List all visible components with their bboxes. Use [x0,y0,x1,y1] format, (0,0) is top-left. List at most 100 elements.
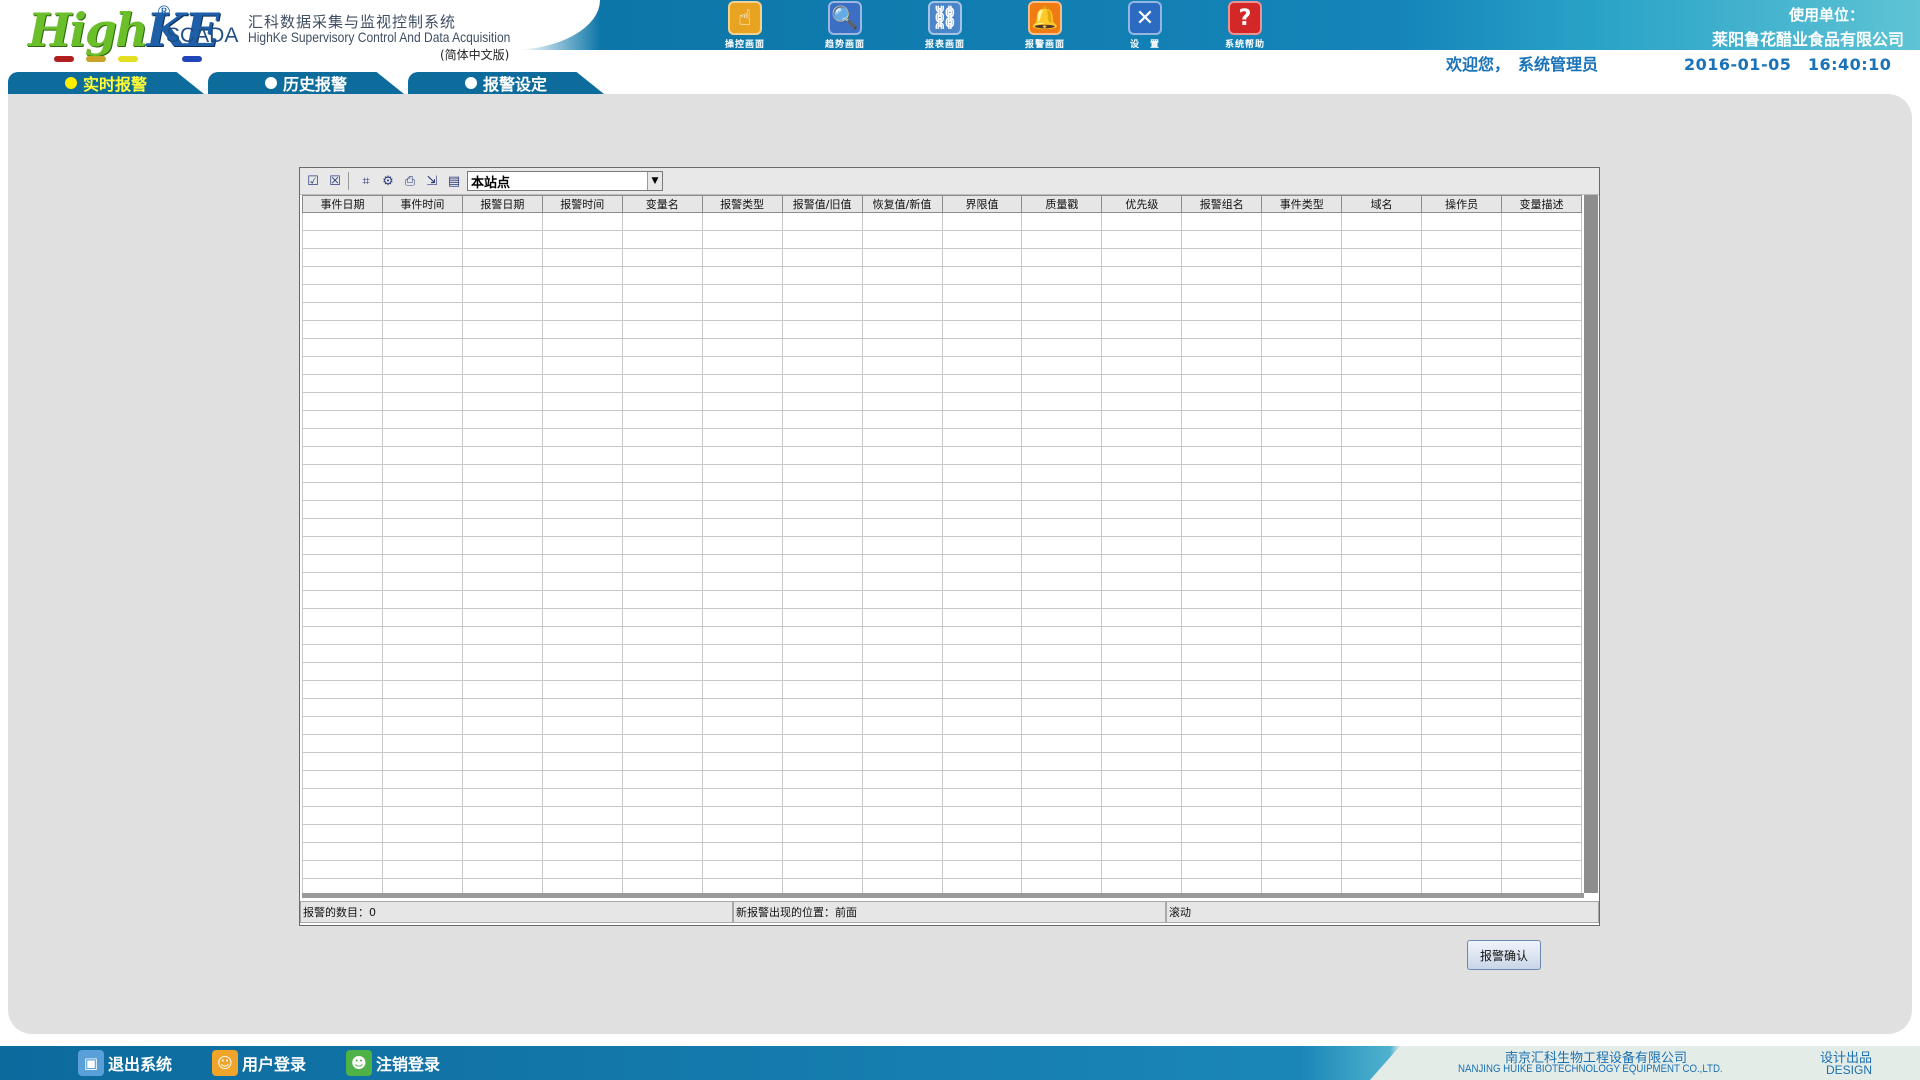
table-row[interactable] [302,500,1582,519]
table-row[interactable] [302,554,1582,573]
column-header[interactable]: 操作员 [1421,195,1503,213]
horizontal-scrollbar[interactable] [302,893,1584,898]
table-row[interactable] [302,770,1582,789]
table-row[interactable] [302,788,1582,807]
column-header[interactable]: 报警日期 [461,195,543,213]
settings-button[interactable]: ✕ 设 置 [1095,0,1195,50]
trend-screen-button[interactable]: 🔍 趋势画面 [795,0,895,50]
help-button[interactable]: ? 系统帮助 [1195,0,1295,50]
table-row[interactable] [302,878,1582,893]
table-row[interactable] [302,572,1582,591]
table-row[interactable] [302,626,1582,645]
table-row[interactable] [302,338,1582,357]
table-row[interactable] [302,608,1582,627]
column-header[interactable]: 事件类型 [1261,195,1343,213]
station-select[interactable]: 本站点 ▼ [467,171,663,191]
column-header[interactable]: 恢复值/新值 [861,195,943,213]
table-row[interactable] [302,536,1582,555]
table-row[interactable] [302,230,1582,249]
table-row[interactable] [302,734,1582,753]
table-cell [1101,374,1183,393]
table-row[interactable] [302,410,1582,429]
column-header[interactable]: 事件日期 [302,195,383,213]
table-row[interactable] [302,698,1582,717]
filter-icon[interactable]: ⚙ [379,172,397,190]
table-cell [1261,806,1343,825]
alarm-screen-button[interactable]: 🔔 报警画面 [995,0,1095,50]
table-row[interactable] [302,212,1582,231]
alarm-confirm-button[interactable]: 报警确认 [1467,940,1541,970]
column-header[interactable]: 报警时间 [541,195,623,213]
table-cell [1181,698,1263,717]
table-row[interactable] [302,248,1582,267]
table-row[interactable] [302,374,1582,393]
table-row[interactable] [302,716,1582,735]
table-cell [381,284,463,303]
table-cell [621,536,703,555]
table-cell [701,734,783,753]
table-cell [781,464,863,483]
table-row[interactable] [302,590,1582,609]
control-screen-button[interactable]: ☝ 操控画面 [695,0,795,50]
column-header[interactable]: 报警类型 [701,195,783,213]
table-row[interactable] [302,644,1582,663]
exit-system-button[interactable]: ▣ 退出系统 [78,1048,172,1078]
tab-history-alarm[interactable]: 历史报警 [208,72,404,94]
column-header[interactable]: 报警值/旧值 [781,195,863,213]
table-row[interactable] [302,842,1582,861]
chevron-down-icon[interactable]: ▼ [647,172,662,190]
table-row[interactable] [302,428,1582,447]
table-row[interactable] [302,446,1582,465]
table-cell [302,842,383,861]
tab-realtime-alarm[interactable]: 实时报警 [8,72,204,94]
column-header[interactable]: 域名 [1341,195,1423,213]
report-screen-button[interactable]: ⛓ 报表画面 [895,0,995,50]
table-cell [1181,788,1263,807]
print-icon[interactable]: ⎙ [401,172,419,190]
table-row[interactable] [302,392,1582,411]
table-row[interactable] [302,662,1582,681]
toolbar-separator [348,172,349,190]
tab-alarm-settings[interactable]: 报警设定 [408,72,604,94]
table-cell [381,428,463,447]
table-row[interactable] [302,482,1582,501]
table-cell [701,878,783,893]
vertical-scrollbar[interactable] [1584,195,1598,893]
user-login-button[interactable]: ☺ 用户登录 [212,1048,306,1078]
table-cell [1421,338,1503,357]
table-row[interactable] [302,824,1582,843]
select-region-icon[interactable]: ⌗ [357,172,375,190]
column-header[interactable]: 变量描述 [1501,195,1582,213]
table-cell [541,266,623,285]
table-row[interactable] [302,860,1582,879]
column-header[interactable]: 事件时间 [381,195,463,213]
table-row[interactable] [302,680,1582,699]
table-row[interactable] [302,518,1582,537]
save-icon[interactable]: ▤ [445,172,463,190]
table-cell [781,662,863,681]
table-cell [621,572,703,591]
table-row[interactable] [302,806,1582,825]
table-cell [541,248,623,267]
table-cell [461,356,543,375]
user-logout-button[interactable]: ☻ 注销登录 [346,1048,440,1078]
table-row[interactable] [302,266,1582,285]
table-row[interactable] [302,752,1582,771]
table-row[interactable] [302,320,1582,339]
column-header[interactable]: 优先级 [1101,195,1183,213]
table-row[interactable] [302,284,1582,303]
table-cell [1341,626,1423,645]
table-row[interactable] [302,464,1582,483]
table-cell [461,518,543,537]
column-header[interactable]: 变量名 [621,195,703,213]
table-cell [1501,212,1582,231]
column-header[interactable]: 报警组名 [1181,195,1263,213]
column-header[interactable]: 质量戳 [1021,195,1103,213]
table-row[interactable] [302,356,1582,375]
table-row[interactable] [302,302,1582,321]
checkbox-cross-icon[interactable]: ☒ [326,172,344,190]
column-header[interactable]: 界限值 [941,195,1023,213]
checkbox-check-icon[interactable]: ☑ [304,172,322,190]
table-cell [1181,230,1263,249]
export-icon[interactable]: ⇲ [423,172,441,190]
